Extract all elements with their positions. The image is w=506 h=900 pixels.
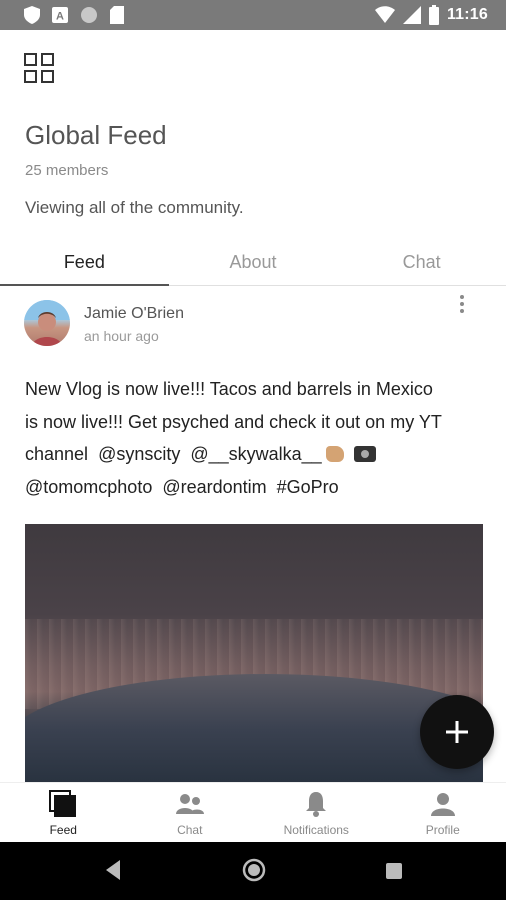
status-time: 11:16 — [446, 6, 488, 23]
media-wave — [25, 674, 483, 782]
grid-icon[interactable] — [24, 53, 54, 83]
nav-label: Notifications — [283, 823, 349, 837]
nav-label: Chat — [177, 823, 203, 837]
add-post-button[interactable] — [420, 695, 494, 769]
page-title: Global Feed — [25, 120, 167, 150]
chat-icon — [175, 789, 205, 819]
status-left-icons: A — [24, 6, 124, 24]
nav-item-chat[interactable]: Chat — [127, 783, 254, 842]
avatar-image — [24, 300, 70, 346]
tab-bar: Feed About Chat — [0, 240, 506, 286]
tab-feed[interactable]: Feed — [0, 240, 169, 286]
status-right-icons: 11:16 — [374, 5, 488, 25]
system-navigation-bar — [0, 842, 506, 900]
hashtag-link[interactable]: #GoPro — [277, 477, 339, 497]
nav-item-profile[interactable]: Profile — [380, 783, 506, 842]
post-line: channel @synscity @__skywalka__ — [25, 438, 495, 471]
mention-link[interactable]: @reardontim — [162, 477, 266, 497]
bottom-navigation: Feed Chat Notifications Profile — [0, 782, 506, 842]
nav-label: Profile — [425, 823, 460, 837]
feed-icon — [48, 789, 78, 819]
mention-link[interactable]: @__skywalka__ — [190, 444, 321, 464]
avatar[interactable] — [24, 300, 70, 346]
status-bar: A 11:16 — [0, 0, 506, 30]
camera-emoji — [353, 446, 376, 462]
post-media-image[interactable] — [25, 524, 483, 782]
post-timestamp: an hour ago — [84, 328, 159, 344]
post-line: is now live!!! Get psyched and check it … — [25, 411, 442, 432]
a-icon: A — [52, 7, 68, 23]
sd-card-icon — [110, 6, 124, 24]
shield-icon — [24, 6, 40, 24]
member-count: 25 members — [25, 162, 109, 179]
tab-about[interactable]: About — [169, 240, 338, 285]
back-icon[interactable] — [104, 859, 122, 881]
plus-icon — [446, 721, 468, 743]
mention-link[interactable]: @tomomcphoto — [25, 477, 152, 497]
signal-icon — [402, 6, 421, 24]
nav-item-feed[interactable]: Feed — [0, 783, 127, 842]
wifi-icon — [374, 6, 395, 23]
nav-label: Feed — [49, 823, 77, 837]
post-author[interactable]: Jamie O'Brien — [84, 305, 184, 323]
community-description: Viewing all of the community. — [25, 198, 244, 217]
nav-item-notifications[interactable]: Notifications — [253, 783, 380, 842]
post-text-word: channel — [25, 444, 89, 464]
post-line: New Vlog is now live!!! Tacos and barrel… — [25, 379, 433, 399]
recents-icon[interactable] — [385, 862, 403, 880]
circle-icon — [81, 7, 97, 23]
battery-icon — [428, 5, 439, 25]
post-text: New Vlog is now live!!! Tacos and barrel… — [25, 373, 495, 503]
more-options-icon[interactable] — [455, 293, 469, 315]
bell-icon — [301, 789, 331, 819]
home-icon[interactable] — [242, 858, 266, 882]
svg-text:A: A — [56, 11, 64, 23]
tab-chat[interactable]: Chat — [337, 240, 506, 285]
post-line: @tomomcphoto @reardontim #GoPro — [25, 471, 495, 504]
hand-emoji — [325, 446, 344, 462]
mention-link[interactable]: @synscity — [98, 444, 180, 464]
profile-icon — [428, 789, 458, 819]
